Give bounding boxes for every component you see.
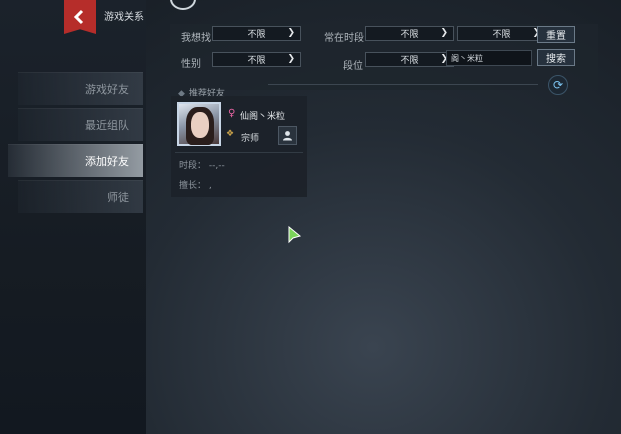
gender-label: 性别: [181, 59, 201, 70]
time-select-2-value: 不限: [492, 30, 511, 40]
cursor-icon: [288, 226, 302, 244]
time-info-value: --,--: [208, 161, 225, 171]
avatar[interactable]: [177, 102, 221, 146]
refresh-button[interactable]: ⟳: [548, 75, 568, 95]
top-circle-icon: [170, 0, 196, 10]
refresh-icon: ⟳: [552, 78, 564, 92]
chevron-down-icon: ❯: [287, 28, 295, 38]
gender-select[interactable]: 不限 ❯: [212, 52, 301, 67]
time-select-2[interactable]: 不限 ❯: [457, 26, 546, 41]
divider: [268, 84, 538, 85]
friend-card[interactable]: ♀ 仙阁丶米粒 ❖ 宗师 时段： --,-- 擅长： ,: [171, 96, 307, 197]
skill-info: 擅长： ,: [179, 178, 212, 191]
player-name: 仙阁丶米粒: [240, 112, 286, 122]
user-icon: [283, 131, 292, 141]
sidebar-nav: 游戏好友 最近组队 添加好友 师徒: [8, 72, 143, 216]
time-info: 时段： --,--: [179, 158, 225, 171]
rank-icon: ❖: [226, 129, 235, 139]
page-title: 游戏关系: [104, 12, 144, 23]
view-profile-button[interactable]: [278, 126, 297, 145]
chevron-down-icon: ❯: [287, 54, 295, 64]
want-select-value: 不限: [247, 30, 266, 40]
sidebar-item-add-friend[interactable]: 添加好友: [8, 144, 143, 177]
back-arrow-icon: [73, 9, 84, 25]
back-button[interactable]: [64, 0, 96, 34]
want-select[interactable]: 不限 ❯: [212, 26, 301, 41]
sidebar-item-recent-team[interactable]: 最近组队: [18, 108, 143, 141]
time-label: 常在时段: [324, 33, 364, 44]
chevron-down-icon: ❯: [440, 28, 448, 38]
skill-info-value: ,: [208, 181, 212, 191]
player-rank: 宗师: [241, 134, 260, 144]
want-label: 我想找: [181, 33, 211, 44]
female-icon: ♀: [228, 108, 236, 119]
rank-select-value: 不限: [400, 56, 419, 66]
time-select-1-value: 不限: [400, 30, 419, 40]
search-button[interactable]: 搜索: [537, 49, 575, 66]
gender-select-value: 不限: [247, 56, 266, 66]
name-search-input[interactable]: 阁丶米粒: [446, 50, 532, 66]
time-select-1[interactable]: 不限 ❯: [365, 26, 454, 41]
rank-select[interactable]: 不限 ❯: [365, 52, 454, 67]
avatar-face: [191, 112, 209, 138]
reset-button[interactable]: 重置: [537, 26, 575, 43]
left-panel: [0, 0, 146, 434]
time-info-label: 时段：: [179, 161, 207, 171]
sidebar-item-game-friends[interactable]: 游戏好友: [18, 72, 143, 105]
skill-info-label: 擅长：: [179, 181, 207, 191]
rank-label: 段位: [343, 61, 363, 72]
card-divider: [175, 152, 303, 153]
sidebar-item-mentor[interactable]: 师徒: [18, 180, 143, 213]
